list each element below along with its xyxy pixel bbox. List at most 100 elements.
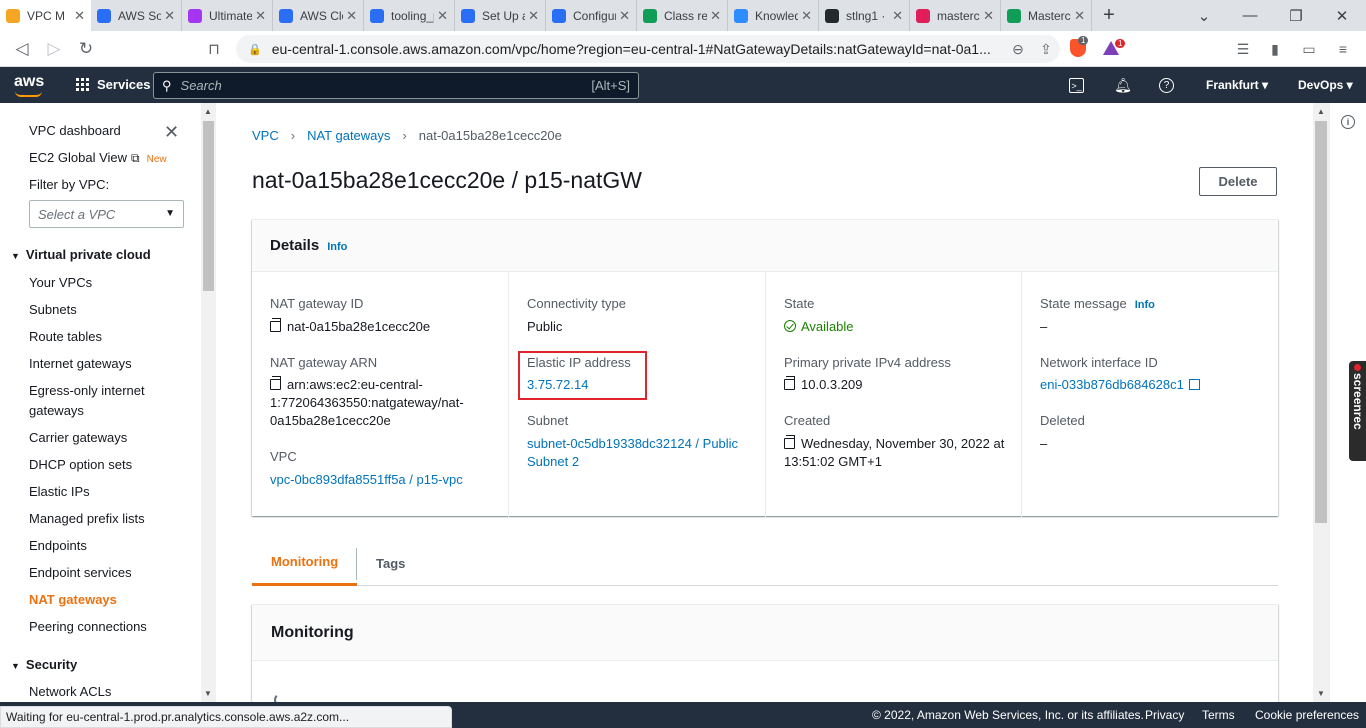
sidebar-item-elastic-ips[interactable]: Elastic IPs bbox=[29, 484, 90, 499]
copy-icon[interactable] bbox=[784, 435, 795, 449]
sidebar-item-vpc-dashboard[interactable]: VPC dashboard bbox=[29, 123, 121, 138]
browser-tab[interactable]: VPC M ✕ bbox=[0, 0, 91, 31]
scroll-down-icon[interactable]: ▼ bbox=[1317, 689, 1325, 698]
close-tab-icon[interactable]: ✕ bbox=[164, 8, 175, 24]
sidebar-scrollbar[interactable]: ▲ ▼ bbox=[201, 103, 216, 702]
sidebar-item-network-acls[interactable]: Network ACLs bbox=[29, 684, 111, 699]
reload-icon[interactable]: ↻ bbox=[70, 33, 102, 65]
tab-tags[interactable]: Tags bbox=[357, 540, 424, 586]
section-security[interactable]: ▼ Security bbox=[11, 657, 77, 672]
sidebar-item-peering-connections[interactable]: Peering connections bbox=[29, 619, 147, 634]
copy-icon[interactable] bbox=[784, 376, 795, 390]
copy-icon[interactable] bbox=[270, 318, 281, 332]
browser-tab[interactable]: Class reco✕ bbox=[637, 0, 728, 31]
sidebar-item-endpoint-services[interactable]: Endpoint services bbox=[29, 565, 132, 580]
help-icon[interactable]: ? bbox=[1159, 78, 1174, 93]
sidebar-item-subnets[interactable]: Subnets bbox=[29, 302, 77, 317]
scrollbar-thumb[interactable] bbox=[1315, 121, 1327, 523]
browser-tab[interactable]: AWS Solut✕ bbox=[91, 0, 182, 31]
close-tab-icon[interactable]: ✕ bbox=[255, 8, 266, 24]
browser-tab[interactable]: stlng1 · Gi✕ bbox=[819, 0, 910, 31]
sidebar-item-egress-only-internet-gateways[interactable]: Egress-only internet bbox=[29, 383, 145, 398]
browser-tab[interactable]: Configure✕ bbox=[546, 0, 637, 31]
sidebar-toggle-icon[interactable]: ▮ bbox=[1259, 33, 1291, 65]
address-bar[interactable]: 🔒 eu-central-1.console.aws.amazon.com/vp… bbox=[236, 35, 1060, 63]
close-tab-icon[interactable]: ✕ bbox=[710, 8, 721, 24]
nat-gateway-id-label: NAT gateway ID bbox=[270, 296, 364, 311]
maximize-icon[interactable]: ❐ bbox=[1273, 0, 1319, 31]
breadcrumb-vpc[interactable]: VPC bbox=[252, 128, 279, 143]
back-icon[interactable]: ◁ bbox=[6, 33, 38, 65]
region-menu[interactable]: Frankfurt ▾ bbox=[1206, 78, 1268, 92]
close-tab-icon[interactable]: ✕ bbox=[528, 8, 539, 24]
main-scrollbar[interactable]: ▲ ▼ bbox=[1313, 103, 1329, 702]
close-tab-icon[interactable]: ✕ bbox=[892, 8, 903, 24]
browser-tab[interactable]: Ultimate A✕ bbox=[182, 0, 273, 31]
browser-tab[interactable]: Set Up a V✕ bbox=[455, 0, 546, 31]
scroll-up-icon[interactable]: ▲ bbox=[204, 107, 212, 116]
footer-terms-link[interactable]: Terms bbox=[1202, 708, 1235, 722]
tab-monitoring[interactable]: Monitoring bbox=[252, 540, 358, 586]
menu-icon[interactable]: ≡ bbox=[1327, 33, 1359, 65]
close-tab-icon[interactable]: ✕ bbox=[619, 8, 630, 24]
sidebar-item-your-vpcs[interactable]: Your VPCs bbox=[29, 275, 92, 290]
new-tab-icon[interactable]: + bbox=[1092, 0, 1126, 31]
delete-button[interactable]: Delete bbox=[1199, 167, 1277, 196]
sidebar-item-dhcp-option-sets[interactable]: DHCP option sets bbox=[29, 457, 132, 472]
brave-shield-icon[interactable]: 1 bbox=[1070, 36, 1089, 57]
scroll-down-icon[interactable]: ▼ bbox=[204, 689, 212, 698]
sidebar-item-route-tables[interactable]: Route tables bbox=[29, 329, 102, 344]
copy-icon[interactable] bbox=[270, 376, 281, 390]
scroll-up-icon[interactable]: ▲ bbox=[1317, 107, 1325, 116]
browser-tab[interactable]: masterclas✕ bbox=[910, 0, 1001, 31]
close-window-icon[interactable]: ✕ bbox=[1319, 0, 1365, 31]
sidebar-item-endpoints[interactable]: Endpoints bbox=[29, 538, 87, 553]
brave-rewards-icon[interactable]: 1 bbox=[1103, 39, 1126, 55]
section-virtual-private-cloud[interactable]: ▼ Virtual private cloud bbox=[11, 247, 151, 262]
footer-privacy-link[interactable]: Privacy bbox=[1145, 708, 1184, 722]
minimize-icon[interactable]: — bbox=[1227, 0, 1273, 31]
tab-search-icon[interactable]: ⌄ bbox=[1181, 0, 1227, 31]
sidebar-item-managed-prefix-lists[interactable]: Managed prefix lists bbox=[29, 511, 145, 526]
info-icon[interactable]: i bbox=[1341, 115, 1355, 129]
close-icon[interactable]: ✕ bbox=[164, 122, 179, 143]
breadcrumb-nat-gateways[interactable]: NAT gateways bbox=[307, 128, 390, 143]
info-link[interactable]: Info bbox=[327, 241, 347, 253]
footer-cookie-preferences-link[interactable]: Cookie preferences bbox=[1255, 708, 1359, 722]
sidebar-item-egress-only-line2[interactable]: gateways bbox=[29, 403, 84, 418]
cloudshell-icon[interactable]: >_ bbox=[1069, 78, 1084, 93]
playlist-icon[interactable]: ☰ bbox=[1227, 33, 1259, 65]
browser-tab[interactable]: Masterclas✕ bbox=[1001, 0, 1092, 31]
close-tab-icon[interactable]: ✕ bbox=[346, 8, 357, 24]
search-input[interactable]: ⚲ Search [Alt+S] bbox=[153, 72, 639, 99]
sidebar-item-nat-gateways[interactable]: NAT gateways bbox=[29, 592, 117, 607]
account-menu[interactable]: DevOps ▾ bbox=[1298, 78, 1353, 92]
close-tab-icon[interactable]: ✕ bbox=[1074, 8, 1085, 24]
sidebar-item-internet-gateways[interactable]: Internet gateways bbox=[29, 356, 132, 371]
close-tab-icon[interactable]: ✕ bbox=[437, 8, 448, 24]
network-interface-link[interactable]: eni-033b876db684628c1 bbox=[1040, 376, 1200, 394]
forward-icon[interactable]: ▷ bbox=[38, 33, 70, 65]
close-tab-icon[interactable]: ✕ bbox=[983, 8, 994, 24]
scrollbar-thumb[interactable] bbox=[203, 121, 214, 291]
subnet-link[interactable]: subnet-0c5db19338dc32124 / Public Subnet… bbox=[527, 435, 738, 471]
zoom-icon[interactable]: ⊖ bbox=[1004, 41, 1032, 58]
bell-icon[interactable]: 🔔︎ bbox=[1114, 76, 1132, 94]
sidebar-item-carrier-gateways[interactable]: Carrier gateways bbox=[29, 430, 127, 445]
wallet-icon[interactable]: ▭ bbox=[1293, 33, 1325, 65]
close-tab-icon[interactable]: ✕ bbox=[801, 8, 812, 24]
bookmark-icon[interactable]: ⊓ bbox=[198, 33, 230, 65]
info-link[interactable]: Info bbox=[1135, 299, 1155, 311]
close-tab-icon[interactable]: ✕ bbox=[74, 8, 85, 24]
sidebar-item-ec2-global-view[interactable]: EC2 Global View ⧉ New bbox=[29, 150, 167, 166]
browser-tab[interactable]: Knowledg✕ bbox=[728, 0, 819, 31]
vpc-link[interactable]: vpc-0bc893dfa8551ff5a / p15-vpc bbox=[270, 471, 463, 489]
browser-tab[interactable]: AWS Clou✕ bbox=[273, 0, 364, 31]
screenrec-widget[interactable]: screenrec bbox=[1349, 361, 1366, 461]
browser-tab[interactable]: tooling_pr✕ bbox=[364, 0, 455, 31]
services-menu[interactable]: Services bbox=[76, 77, 151, 92]
share-icon[interactable]: ⇪ bbox=[1032, 41, 1060, 58]
aws-logo[interactable]: aws bbox=[14, 73, 44, 97]
details-column-3: State Available Primary private IPv4 add… bbox=[765, 272, 1021, 517]
vpc-filter-select[interactable]: Select a VPC ▼ bbox=[29, 200, 184, 228]
